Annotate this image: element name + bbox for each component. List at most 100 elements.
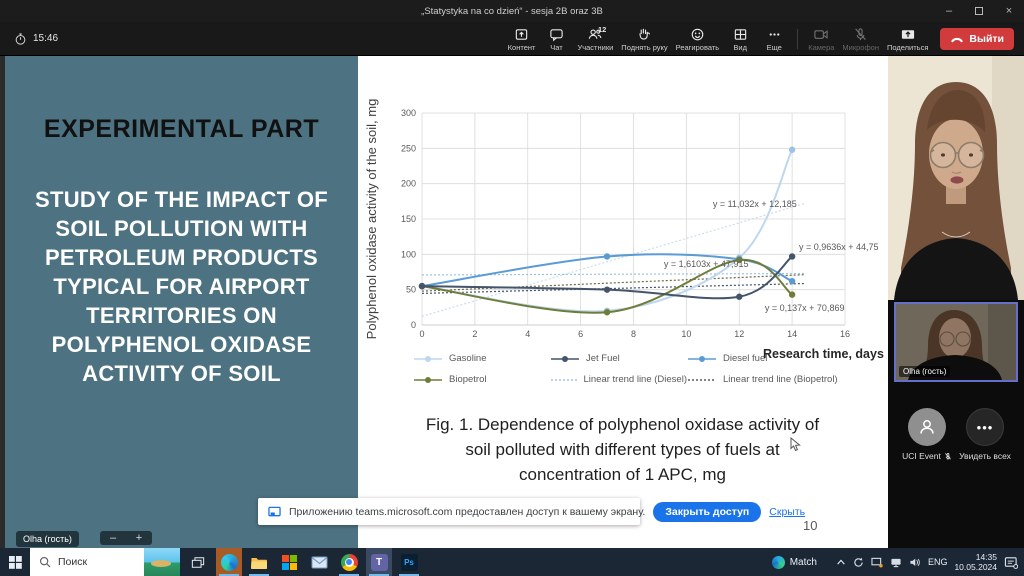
close-button[interactable]: × [994,0,1024,22]
participants-panel: Olha (гость) ••• UCI Event Увидеть всех [888,56,1024,548]
widget-label: Match [790,557,817,568]
presenter-name-pill: Olha (гость) [16,531,79,547]
share-banner-text: Приложению teams.microsoft.com предостав… [289,506,645,518]
participant-avatar-uci-event[interactable] [908,408,946,446]
teams-icon: T [371,554,388,571]
hand-icon [637,27,652,42]
hidden-icons-chevron[interactable] [836,558,846,566]
svg-text:12: 12 [734,329,744,339]
toolbar-button-react[interactable]: Реагировать [672,22,724,56]
legend-label: Linear trend line (Biopetrol) [723,374,838,385]
taskbar-app-mail[interactable] [306,548,332,576]
toolbar-button-content[interactable]: Контент [504,22,540,56]
language-indicator[interactable]: ENG [928,557,948,567]
toolbar-button-view[interactable]: Вид [723,22,757,56]
legend-item: Biopetrol [413,374,550,385]
svg-text:300: 300 [401,108,416,118]
maximize-button[interactable] [964,0,994,22]
window-title: „Statystyka na co dzień“ - sesja 2B oraz… [421,6,603,17]
smiley-icon [690,27,705,42]
svg-text:10: 10 [681,329,691,339]
hide-banner-link[interactable]: Скрыть [769,506,805,518]
screen-share-tray-icon[interactable] [871,557,883,568]
toolbar-divider [797,29,798,49]
edge-icon [221,554,238,571]
slide-subtitle: STUDY OF THE IMPACT OF SOIL POLLUTION WI… [31,185,332,388]
toolbar-button-raise-hand[interactable]: Поднять руку [617,22,671,56]
zoom-out-button[interactable]: – [100,532,126,544]
taskbar-app-photoshop[interactable]: Ps [396,548,422,576]
timer-value: 15:46 [33,33,58,44]
svg-text:200: 200 [401,179,416,189]
svg-text:0: 0 [411,320,416,330]
start-button[interactable] [0,548,30,576]
news-widget[interactable]: Match [772,556,817,569]
stage-zoom-control: – + [100,531,152,545]
svg-text:8: 8 [631,329,636,339]
legend-item: Jet Fuel [550,353,687,364]
svg-text:y = 0,137x + 70,869: y = 0,137x + 70,869 [765,303,845,313]
chrome-icon [341,554,358,571]
screen-share-banner: Приложению teams.microsoft.com предостав… [258,498,640,525]
hangup-icon [950,34,964,44]
taskbar-clock[interactable]: 14:35 10.05.2024 [954,552,997,572]
svg-text:4: 4 [525,329,530,339]
legend-item: Gasoline [413,353,550,364]
window-controls: – × [934,0,1024,22]
system-tray: Match ENG 14:35 10.05.2024 [772,548,1024,576]
taskbar-search-input[interactable]: Поиск [30,548,180,576]
toolbar-button-chat[interactable]: Чат [539,22,573,56]
toolbar-button-camera[interactable]: Камера [804,22,838,56]
participants-count-badge: 12 [598,25,606,34]
taskbar-app-teams[interactable]: T [366,548,392,576]
taskbar-app-chrome[interactable] [336,548,362,576]
sync-tray-icon[interactable] [853,557,864,568]
toolbar-button-share[interactable]: Поделиться [883,22,932,56]
see-all-label: Увидеть всех [954,451,1016,461]
windows-taskbar: Поиск T Ps [0,548,1024,576]
legend-label: Diesel fuel [723,353,767,364]
mail-icon [311,556,328,569]
clock-date: 10.05.2024 [954,562,997,572]
zoom-in-button[interactable]: + [126,532,152,544]
svg-text:50: 50 [406,285,416,295]
ellipsis-icon [767,27,782,42]
windows-logo-icon [9,556,22,569]
meeting-toolbar: 15:46 Контент Чат 12 Участники Поднять р… [0,22,1024,56]
task-view-button[interactable] [184,548,212,576]
svg-text:y = 0,9636x + 44,75: y = 0,9636x + 44,75 [799,242,879,252]
self-video-label: Olha (гость) [899,366,950,377]
legend-row-2: BiopetrolLinear trend line (Diesel)Linea… [413,369,857,390]
network-tray-icon[interactable] [890,557,902,568]
search-placeholder: Поиск [58,556,87,568]
svg-text:100: 100 [401,249,416,259]
slide-page-number: 10 [803,518,817,533]
self-video-thumbnail[interactable]: Olha (гость) [894,302,1018,382]
action-center-icon[interactable] [1004,556,1018,569]
meeting-timer: 15:46 [14,32,58,46]
volume-tray-icon[interactable] [909,557,921,568]
weather-widget-icon [772,556,785,569]
clock-time: 14:35 [954,552,997,562]
leave-button[interactable]: Выйти [940,28,1014,50]
toolbar-button-mic[interactable]: Микрофон [838,22,883,56]
minimize-button[interactable]: – [934,0,964,22]
svg-text:150: 150 [401,214,416,224]
title-bar: „Statystyka na co dzień“ - sesja 2B oraz… [0,0,1024,22]
task-view-icon [191,556,205,569]
taskbar-app-store[interactable] [276,548,302,576]
microsoft-store-icon [282,555,297,570]
taskbar-app-explorer[interactable] [246,548,272,576]
shared-screen-slide: EXPERIMENTAL PART STUDY OF THE IMPACT OF… [5,56,888,548]
stop-sharing-button[interactable]: Закрыть доступ [653,502,761,522]
photoshop-icon: Ps [401,554,418,571]
grid-icon [733,27,748,42]
see-all-button[interactable]: ••• [966,408,1004,446]
legend-label: Jet Fuel [586,353,620,364]
file-explorer-icon [250,555,268,570]
toolbar-button-participants[interactable]: 12 Участники [573,22,617,56]
slide-heading: EXPERIMENTAL PART [31,114,332,145]
figure-caption: Fig. 1. Dependence of polyphenol oxidase… [355,412,888,487]
taskbar-app-edge[interactable] [216,548,242,576]
toolbar-button-more[interactable]: Еще [757,22,791,56]
